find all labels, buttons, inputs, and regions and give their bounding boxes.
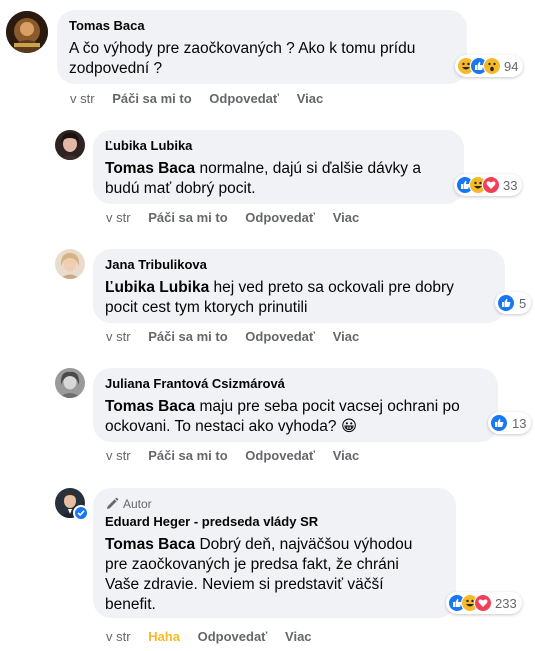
reply-button[interactable]: Odpovedať — [245, 329, 315, 345]
comment-text: Tomas Baca Dobrý deň, najväčšou výhodou … — [105, 535, 444, 615]
author-badge: Autor — [105, 496, 444, 512]
comment-bubble: Juliana Frantová Csizmárová Tomas Baca m… — [93, 368, 498, 442]
reaction-summary[interactable]: 33 — [454, 174, 523, 196]
comment-text-line: Tomas Baca maju pre seba pocit vacsej oc… — [105, 397, 486, 417]
comment-author[interactable]: Jana Tribulikova — [105, 257, 493, 273]
mention-link[interactable]: Tomas Baca — [105, 160, 195, 177]
mention-link[interactable]: Tomas Baca — [105, 536, 195, 553]
timestamp[interactable]: v str — [106, 329, 131, 345]
comment-text-line: zodpovední ? — [69, 60, 163, 77]
haha-reaction-button[interactable]: Haha — [148, 629, 180, 645]
comment-text-line: pre zaočkovaných je predsa fakt, že chrá… — [105, 556, 399, 573]
comment-text: Tomas Baca maju pre seba pocit vacsej oc… — [105, 397, 486, 437]
more-button[interactable]: Viac — [297, 91, 324, 107]
comment-eduard-heger: Autor Eduard Heger - predseda vlády SR T… — [0, 478, 535, 651]
comment-actions: v str Páči sa mi to Odpovedať Viac — [106, 210, 373, 226]
comment-text: Ľubika Lubika hej ved preto sa ockovali … — [105, 278, 493, 318]
more-button[interactable]: Viac — [333, 329, 360, 345]
comment-bubble: Jana Tribulikova Ľubika Lubika hej ved p… — [93, 249, 505, 323]
reaction-summary[interactable]: 94 — [455, 55, 524, 77]
comment-text-line: Ľubika Lubika hej ved preto sa ockovali … — [105, 278, 493, 298]
reply-button[interactable]: Odpovedať — [245, 210, 315, 226]
timestamp[interactable]: v str — [106, 210, 131, 226]
comment-text-segment: hej ved preto sa ockovali pre dobry — [213, 279, 454, 296]
pencil-icon — [107, 497, 119, 509]
reaction-count: 13 — [512, 415, 527, 431]
comment-bubble: Ľubika Lubika Tomas Baca normalne, dajú … — [93, 130, 464, 204]
wow-icon — [483, 57, 501, 75]
like-icon — [497, 294, 515, 312]
comment-text-segment: ockovani. To nestaci ako vyhoda? — [105, 418, 337, 435]
comment-bubble: Tomas Baca A čo výhody pre zaočkovaných … — [57, 10, 467, 84]
mention-link[interactable]: Tomas Baca — [105, 398, 195, 415]
reply-button[interactable]: Odpovedať — [245, 448, 315, 464]
comment-text-line: Tomas Baca Dobrý deň, najväčšou výhodou — [105, 535, 444, 555]
comment-text-line: benefit. — [105, 596, 156, 613]
comment-text-line: A čo výhody pre zaočkovaných ? Ako k tom… — [69, 40, 416, 57]
comment-actions: v str Haha Odpovedať Viac — [106, 629, 326, 645]
comment-author[interactable]: Tomas Baca — [69, 18, 455, 34]
more-button[interactable]: Viac — [333, 210, 360, 226]
avatar[interactable] — [55, 249, 85, 279]
comment-text-line: Vaše zdravie. Neviem si predstaviť väčší — [105, 576, 384, 593]
comment-text-segment: maju pre seba pocit vacsej ochrani po — [199, 398, 460, 415]
comment-text-segment: normalne, dajú si ďalšie dávky a — [199, 160, 421, 177]
timestamp[interactable]: v str — [70, 91, 95, 107]
love-icon — [474, 594, 492, 612]
comment-bubble: Autor Eduard Heger - predseda vlády SR T… — [93, 488, 456, 618]
comment-author[interactable]: Eduard Heger - predseda vlády SR — [105, 514, 444, 530]
timestamp[interactable]: v str — [106, 448, 131, 464]
reply-button[interactable]: Odpovedať — [198, 629, 268, 645]
avatar[interactable] — [55, 130, 85, 160]
comment-text-segment: Dobrý deň, najväčšou výhodou — [199, 536, 413, 553]
reaction-count: 94 — [504, 58, 519, 74]
comment-tomas-baca: Tomas Baca A čo výhody pre zaočkovaných … — [0, 0, 535, 110]
like-button[interactable]: Páči sa mi to — [148, 329, 227, 345]
comment-text: A čo výhody pre zaočkovaných ? Ako k tom… — [69, 39, 455, 79]
like-button[interactable]: Páči sa mi to — [148, 448, 227, 464]
timestamp[interactable]: v str — [106, 629, 131, 645]
comment-author[interactable]: Juliana Frantová Csizmárová — [105, 376, 486, 392]
comment-text-line: budú mať dobrý pocit. — [105, 180, 256, 197]
love-icon — [482, 176, 500, 194]
author-badge-label: Autor — [123, 497, 152, 511]
comment-juliana-frantova: Juliana Frantová Csizmárová Tomas Baca m… — [0, 358, 535, 468]
comment-author[interactable]: Ľubika Lubika — [105, 138, 452, 154]
more-button[interactable]: Viac — [333, 448, 360, 464]
comment-text-line: ockovani. To nestaci ako vyhoda? 😀 — [105, 417, 486, 437]
comment-text-line: pocit cest tym ktorych prinutili — [105, 299, 308, 316]
like-button[interactable]: Páči sa mi to — [112, 91, 191, 107]
like-button[interactable]: Páči sa mi to — [148, 210, 227, 226]
mention-link[interactable]: Ľubika Lubika — [105, 279, 209, 296]
comment-actions: v str Páči sa mi to Odpovedať Viac — [106, 329, 373, 345]
comment-actions: v str Páči sa mi to Odpovedať Viac — [70, 91, 337, 107]
avatar[interactable] — [55, 368, 85, 398]
verified-badge-icon — [73, 505, 89, 521]
comment-text: Tomas Baca normalne, dajú si ďalšie dávk… — [105, 159, 452, 199]
reaction-summary[interactable]: 5 — [495, 292, 532, 314]
reaction-count: 5 — [519, 295, 527, 311]
comment-jana-tribulikova: Jana Tribulikova Ľubika Lubika hej ved p… — [0, 239, 535, 349]
reaction-count: 233 — [495, 595, 517, 611]
like-icon — [490, 414, 508, 432]
avatar[interactable] — [6, 11, 48, 53]
comment-text-line: Tomas Baca normalne, dajú si ďalšie dávk… — [105, 159, 452, 179]
reaction-summary[interactable]: 13 — [488, 412, 532, 434]
grinning-emoji-icon: 😀 — [340, 418, 357, 435]
comment-lubika-lubika: Ľubika Lubika Tomas Baca normalne, dajú … — [0, 120, 535, 230]
reaction-count: 33 — [503, 177, 518, 193]
comment-actions: v str Páči sa mi to Odpovedať Viac — [106, 448, 373, 464]
reply-button[interactable]: Odpovedať — [209, 91, 279, 107]
reaction-summary[interactable]: 233 — [446, 592, 522, 614]
more-button[interactable]: Viac — [285, 629, 312, 645]
